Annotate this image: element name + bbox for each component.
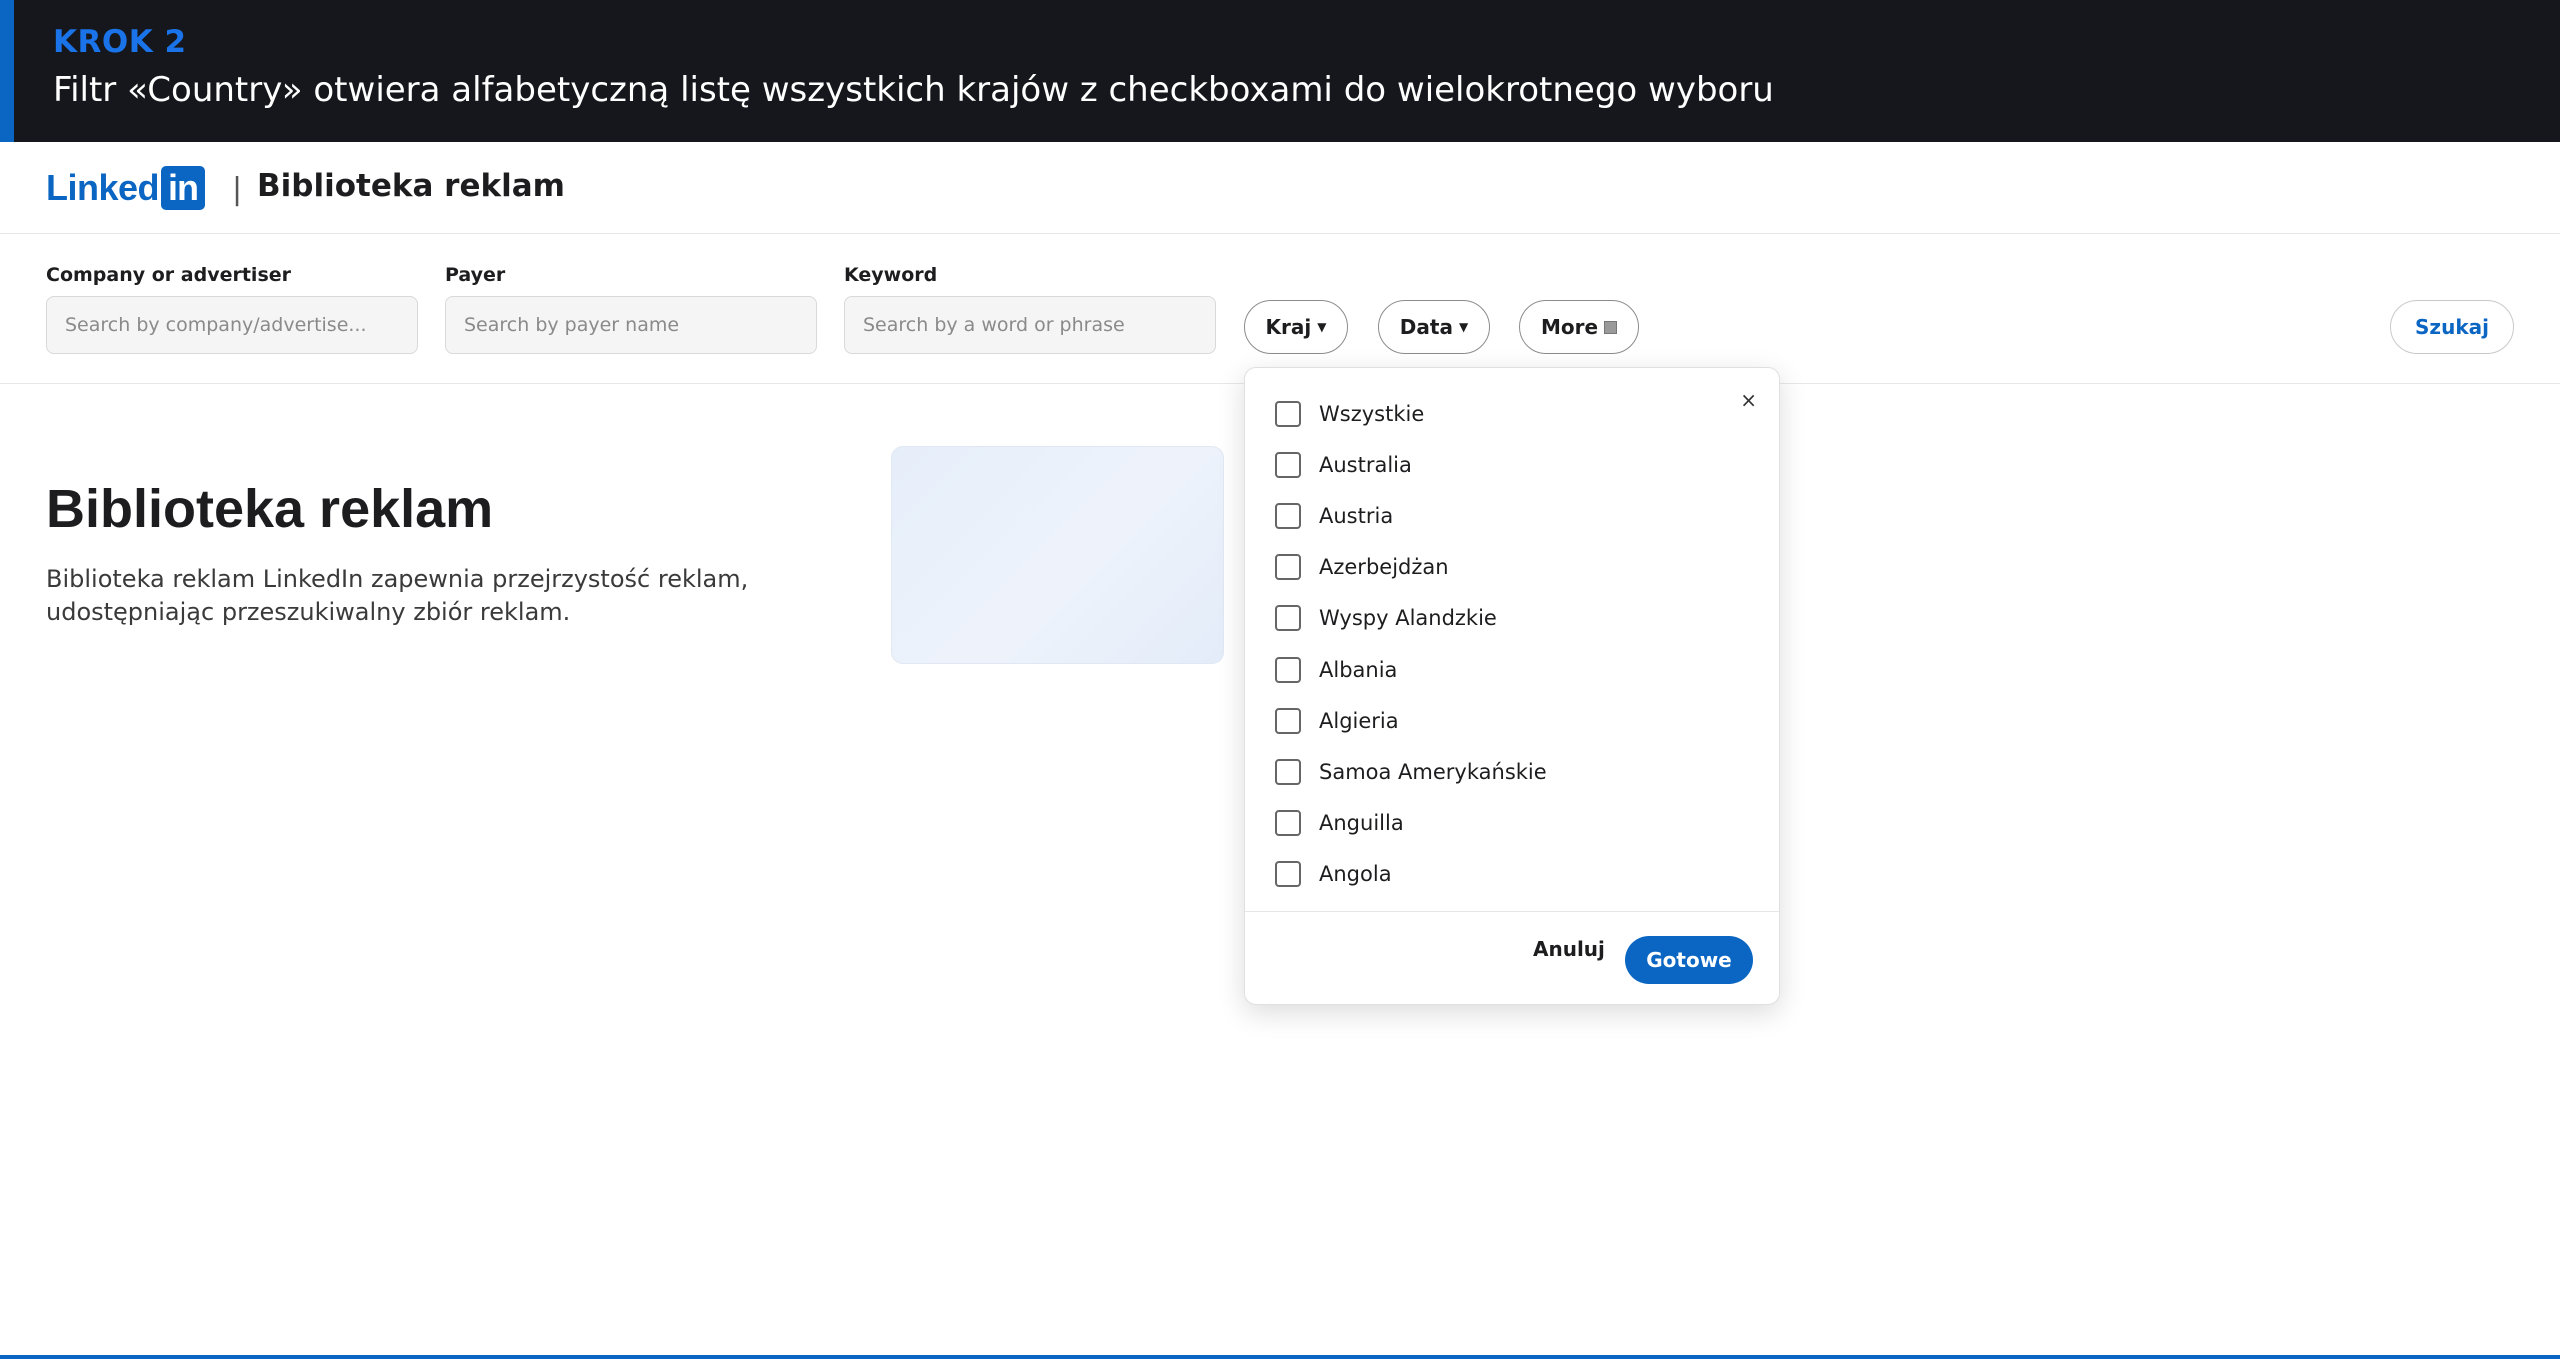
country-option-label: Angola xyxy=(1319,862,1392,887)
chevron-down-icon: ▼ xyxy=(1458,320,1469,334)
date-filter-button[interactable]: Data ▼ xyxy=(1378,300,1490,354)
more-filters-label: More xyxy=(1540,315,1599,339)
country-option-label: Albania xyxy=(1319,657,1398,682)
checkbox[interactable] xyxy=(1275,861,1301,888)
country-option-label: Azerbejdżan xyxy=(1319,555,1449,580)
company-input[interactable] xyxy=(46,296,418,354)
company-label: Company or advertiser xyxy=(46,264,292,286)
checkbox[interactable] xyxy=(1275,707,1301,734)
country-option-label: Australia xyxy=(1319,452,1412,477)
country-option-label: Algieria xyxy=(1319,708,1399,733)
page-description: Biblioteka reklam LinkedIn zapewnia prze… xyxy=(46,565,749,626)
logo-wordmark: Linked xyxy=(46,167,160,208)
hero-illustration xyxy=(891,446,1224,664)
bottom-accent-line xyxy=(0,1355,2560,1359)
checkbox[interactable] xyxy=(1275,451,1301,478)
country-option-label: Wyspy Alandzkie xyxy=(1319,606,1497,631)
country-option[interactable]: Australia xyxy=(1245,439,1779,490)
banner-description: Filtr «Country» otwiera alfabetyczną lis… xyxy=(53,70,1774,110)
country-option-label: Anguilla xyxy=(1319,811,1404,836)
keyword-input[interactable] xyxy=(844,296,1216,354)
banner-accent-bar xyxy=(0,0,14,142)
country-option[interactable]: Anguilla xyxy=(1245,798,1779,849)
chevron-down-icon: ▼ xyxy=(1317,320,1327,334)
checkbox[interactable] xyxy=(1275,656,1301,683)
app-header: Linked in | Biblioteka reklam xyxy=(0,142,2560,234)
country-option-label: Wszystkie xyxy=(1319,401,1425,426)
country-dropdown: × Wszystkie Australia Austria Azerbejdża… xyxy=(1244,367,1780,1005)
country-option[interactable]: Wszystkie xyxy=(1245,388,1779,439)
date-filter-label: Data xyxy=(1399,315,1453,339)
filter-bar: Company or advertiser Payer Keyword Kraj… xyxy=(0,234,2560,384)
country-option[interactable]: Algieria xyxy=(1245,695,1779,746)
checkbox[interactable] xyxy=(1275,554,1301,581)
country-option[interactable]: Angola xyxy=(1245,849,1779,900)
country-option[interactable]: Samoa Amerykańskie xyxy=(1245,746,1779,797)
country-filter-button[interactable]: Kraj ▼ xyxy=(1244,300,1348,354)
more-filters-button[interactable]: More xyxy=(1519,300,1639,354)
country-option-label: Austria xyxy=(1319,503,1394,528)
country-option[interactable]: Austria xyxy=(1245,490,1779,541)
keyword-label: Keyword xyxy=(844,264,938,286)
checkbox[interactable] xyxy=(1275,758,1301,785)
checkbox[interactable] xyxy=(1275,810,1301,837)
done-button[interactable]: Gotowe xyxy=(1625,936,1753,984)
logo-in-box: in xyxy=(161,166,206,210)
checkbox[interactable] xyxy=(1275,400,1301,427)
banner-step-label: KROK 2 xyxy=(53,24,187,60)
page-title: Biblioteka reklam xyxy=(46,479,494,539)
country-option-label: Samoa Amerykańskie xyxy=(1319,759,1547,784)
country-option[interactable]: Azerbejdżan xyxy=(1245,542,1779,593)
country-filter-label: Kraj xyxy=(1265,315,1312,339)
dropdown-divider xyxy=(1245,911,1779,912)
filter-square-icon xyxy=(1604,320,1618,334)
payer-label: Payer xyxy=(445,264,506,286)
country-option-list: Wszystkie Australia Austria Azerbejdżan … xyxy=(1245,388,1779,900)
header-title: Biblioteka reklam xyxy=(257,168,565,204)
checkbox[interactable] xyxy=(1275,605,1301,632)
country-option[interactable]: Wyspy Alandzkie xyxy=(1245,593,1779,644)
checkbox[interactable] xyxy=(1275,502,1301,529)
country-option[interactable]: Albania xyxy=(1245,644,1779,695)
payer-input[interactable] xyxy=(445,296,817,354)
header-separator: | xyxy=(232,172,243,207)
step-banner: KROK 2 Filtr «Country» otwiera alfabetyc… xyxy=(0,0,2560,142)
linkedin-logo[interactable]: Linked in xyxy=(46,166,206,210)
search-button[interactable]: Szukaj xyxy=(2390,300,2514,354)
cancel-button[interactable]: Anuluj xyxy=(1533,937,1605,961)
